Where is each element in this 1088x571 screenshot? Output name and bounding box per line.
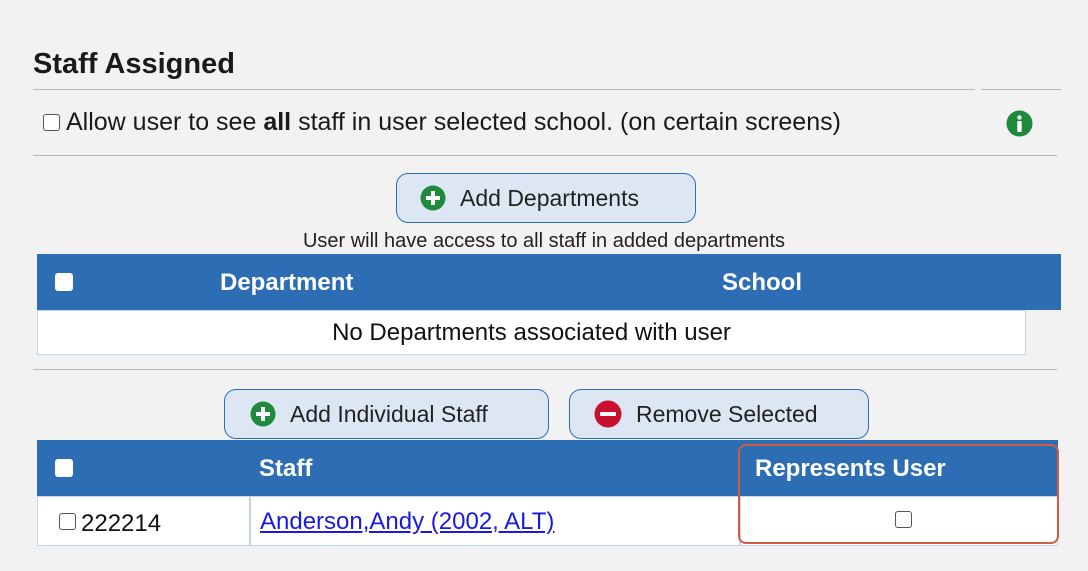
divider	[33, 369, 1057, 370]
departments-select-all-checkbox[interactable]	[55, 273, 73, 291]
allow-all-staff-checkbox[interactable]	[43, 114, 60, 131]
info-icon[interactable]	[1006, 110, 1033, 137]
school-column-header: School	[722, 269, 803, 296]
allow-all-staff-option: Allow user to see all staff in user sele…	[43, 108, 841, 137]
staff-column-header: Staff	[259, 455, 313, 482]
add-departments-label: Add Departments	[460, 184, 639, 211]
row-select-checkbox[interactable]	[59, 513, 76, 530]
add-icon	[420, 185, 446, 211]
add-departments-button[interactable]: Add Departments	[396, 173, 696, 223]
add-individual-staff-button[interactable]: Add Individual Staff	[224, 389, 549, 439]
title-divider	[33, 89, 975, 90]
staff-name-link[interactable]: Anderson,Andy (2002, ALT)	[260, 508, 554, 536]
remove-selected-button[interactable]: Remove Selected	[569, 389, 869, 439]
staff-id: 222214	[81, 510, 162, 537]
staff-id-cell: 222214	[37, 496, 250, 546]
staff-name-cell: Anderson,Andy (2002, ALT)	[250, 496, 740, 546]
staff-select-all-checkbox[interactable]	[55, 459, 73, 477]
title-divider-right	[981, 89, 1061, 90]
department-column-header: Department	[220, 269, 354, 296]
add-icon	[250, 401, 276, 427]
departments-table-header: Department School	[37, 254, 1061, 310]
add-individual-staff-label: Add Individual Staff	[290, 400, 488, 427]
remove-icon	[594, 400, 622, 428]
divider	[33, 155, 1057, 156]
allow-all-staff-label: Allow user to see all staff in user sele…	[66, 108, 841, 136]
departments-hint: User will have access to all staff in ad…	[302, 230, 786, 252]
section-title: Staff Assigned	[33, 48, 235, 80]
represents-user-highlight	[738, 444, 1059, 544]
remove-selected-label: Remove Selected	[636, 400, 818, 427]
departments-empty-row: No Departments associated with user	[37, 310, 1026, 355]
